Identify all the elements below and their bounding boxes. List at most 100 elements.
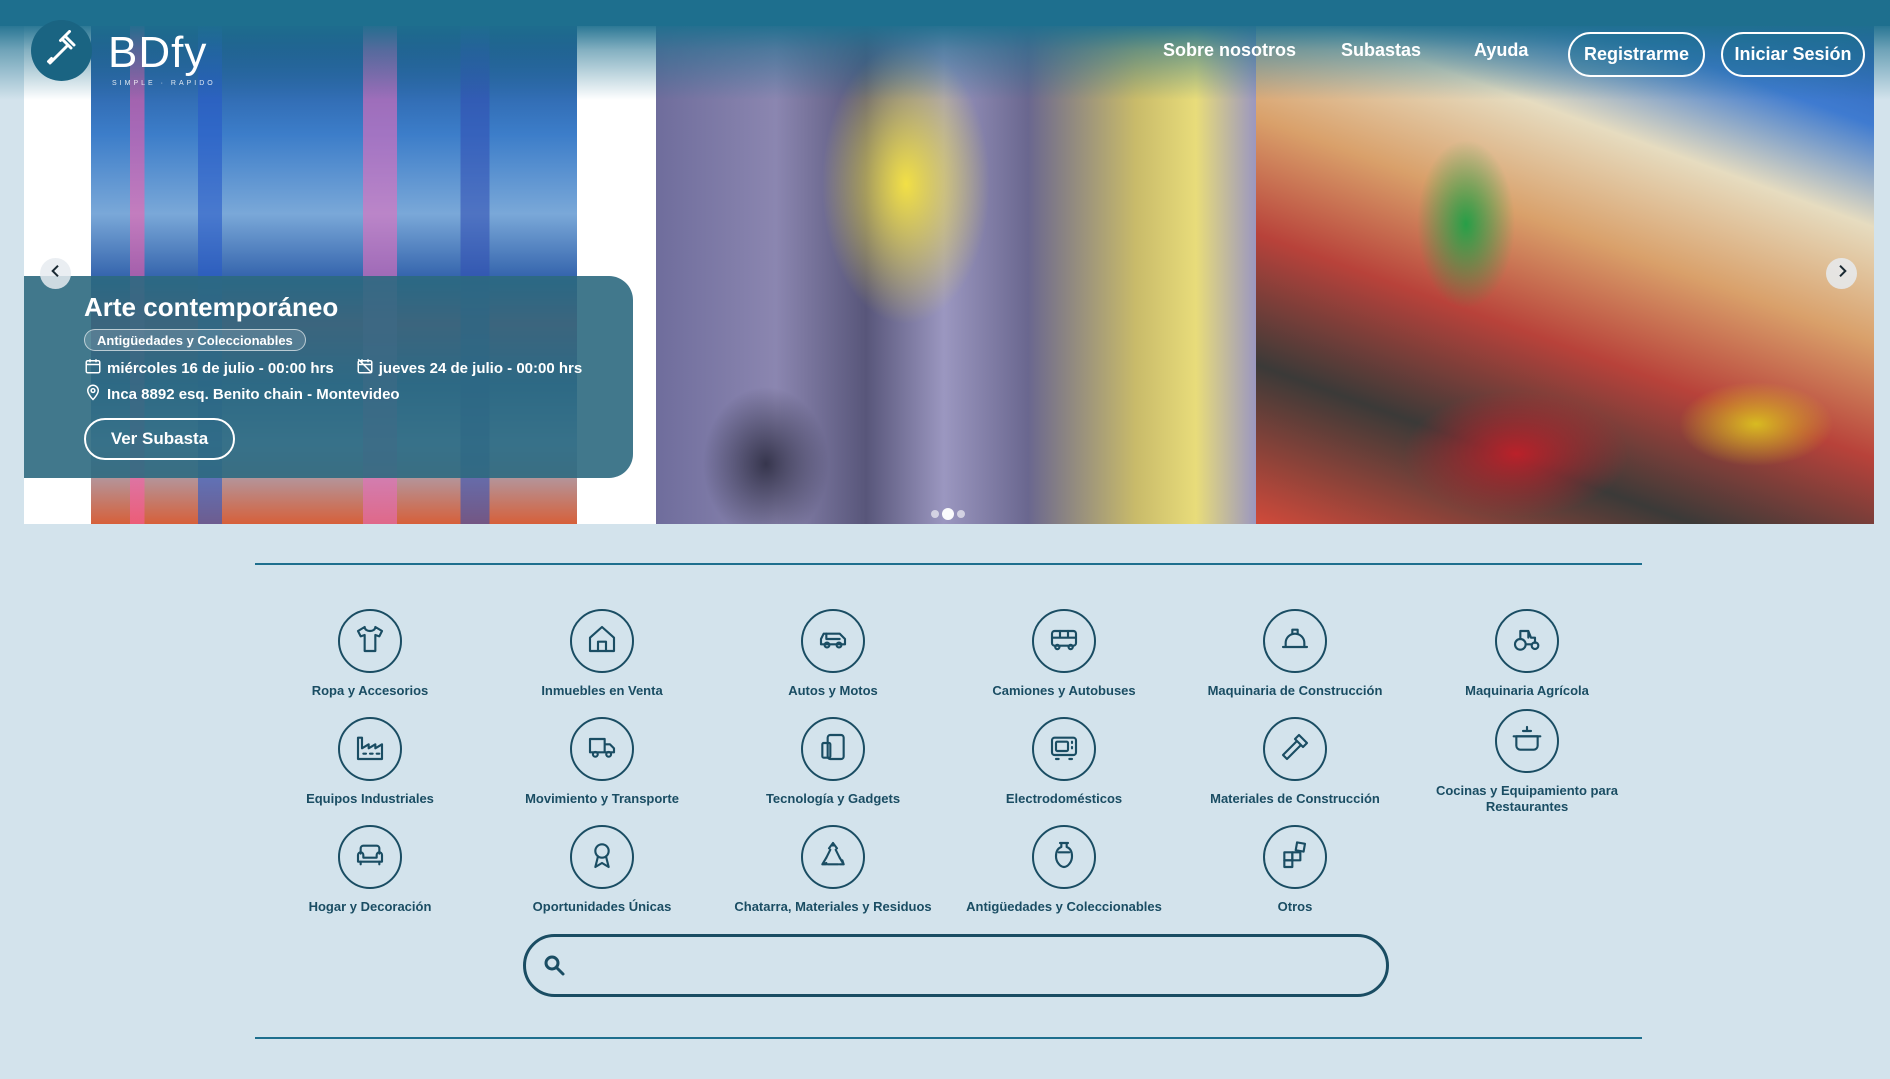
hard-hat-icon [1279, 623, 1311, 660]
carousel-dot[interactable] [957, 510, 965, 518]
category-item[interactable]: Equipos Industriales [254, 717, 486, 807]
category-item[interactable]: Autos y Motos [717, 609, 949, 699]
map-pin-icon [84, 383, 102, 405]
category-icon-circle[interactable] [338, 717, 402, 781]
view-auction-button[interactable]: Ver Subasta [84, 418, 235, 460]
end-date: jueves 24 de julio - 00:00 hrs [378, 359, 583, 377]
factory-icon [354, 731, 386, 768]
category-icon-circle[interactable] [1495, 609, 1559, 673]
carousel-dots [931, 508, 965, 520]
category-item[interactable]: Chatarra, Materiales y Residuos [717, 825, 949, 915]
category-label: Cocinas y Equipamiento para Restaurantes [1435, 783, 1619, 814]
devices-icon [817, 731, 849, 768]
category-icon-circle[interactable] [801, 609, 865, 673]
cooking-pot-icon [1511, 723, 1543, 760]
category-item[interactable]: Antigüedades y Coleccionables [948, 825, 1180, 915]
location-text: Inca 8892 esq. Benito chain - Montevideo [107, 385, 400, 403]
gavel-icon [44, 30, 80, 71]
recycle-icon [817, 839, 849, 876]
chevron-left-icon [48, 263, 64, 284]
microwave-icon [1048, 731, 1080, 768]
category-icon-circle[interactable] [1495, 709, 1559, 773]
category-icon-circle[interactable] [801, 717, 865, 781]
category-label: Antigüedades y Coleccionables [966, 899, 1162, 914]
category-item[interactable]: Movimiento y Transporte [486, 717, 718, 807]
carousel-prev-button[interactable] [40, 258, 71, 289]
date-row: miércoles 16 de julio - 00:00 hrs jueves… [84, 357, 582, 379]
category-icon-circle[interactable] [1263, 717, 1327, 781]
category-label: Camiones y Autobuses [992, 683, 1136, 698]
category-icon-circle[interactable] [338, 825, 402, 889]
login-button[interactable]: Iniciar Sesión [1721, 32, 1865, 77]
category-label: Materiales de Construcción [1210, 791, 1380, 806]
sofa-icon [354, 839, 386, 876]
nav-about[interactable]: Sobre nosotros [1163, 40, 1296, 61]
section-divider [255, 563, 1642, 565]
category-item[interactable]: Maquinaria de Construcción [1179, 609, 1411, 699]
category-icon-circle[interactable] [570, 825, 634, 889]
category-item[interactable]: Inmuebles en Venta [486, 609, 718, 699]
category-item[interactable]: Electrodomésticos [948, 717, 1180, 807]
hammer-icon [1279, 731, 1311, 768]
vase-icon [1048, 839, 1080, 876]
category-item[interactable]: Cocinas y Equipamiento para Restaurantes [1411, 709, 1643, 815]
category-label: Chatarra, Materiales y Residuos [734, 899, 932, 914]
chevron-right-icon [1834, 263, 1850, 284]
category-label: Inmuebles en Venta [541, 683, 663, 698]
logo[interactable] [31, 20, 92, 81]
category-icon-circle[interactable] [570, 717, 634, 781]
car-icon [817, 623, 849, 660]
search-input[interactable] [584, 947, 1364, 984]
category-label: Autos y Motos [788, 683, 878, 698]
category-icon-circle[interactable] [1263, 609, 1327, 673]
auction-title: Arte contemporáneo [84, 292, 339, 322]
category-label: Tecnología y Gadgets [765, 791, 901, 806]
house-icon [586, 623, 618, 660]
category-item[interactable]: Hogar y Decoración [254, 825, 486, 915]
bus-icon [1048, 623, 1080, 660]
category-label: Movimiento y Transporte [525, 791, 679, 806]
category-label: Maquinaria de Construcción [1207, 683, 1383, 698]
category-icon-circle[interactable] [570, 609, 634, 673]
truck-icon [586, 731, 618, 768]
category-icon-circle[interactable] [801, 825, 865, 889]
award-icon [586, 839, 618, 876]
category-icon-circle[interactable] [338, 609, 402, 673]
category-label: Electrodomésticos [1005, 791, 1123, 806]
section-divider [255, 1037, 1642, 1039]
shirt-icon [354, 623, 386, 660]
calendar-icon [84, 357, 102, 379]
category-label: Hogar y Decoración [308, 899, 432, 914]
category-icon-circle[interactable] [1263, 825, 1327, 889]
category-icon-circle[interactable] [1032, 825, 1096, 889]
nav-auctions[interactable]: Subastas [1341, 40, 1421, 61]
category-label: Otros [1277, 899, 1313, 914]
category-label: Maquinaria Agrícola [1465, 683, 1589, 698]
start-date: miércoles 16 de julio - 00:00 hrs [107, 359, 334, 377]
category-item[interactable]: Camiones y Autobuses [948, 609, 1180, 699]
carousel-dot[interactable] [942, 508, 954, 520]
nav-help[interactable]: Ayuda [1474, 40, 1528, 61]
category-icon-circle[interactable] [1032, 717, 1096, 781]
category-label: Equipos Industriales [306, 791, 434, 806]
category-item[interactable]: Materiales de Construcción [1179, 717, 1411, 807]
search-bar[interactable] [523, 934, 1389, 997]
category-label: Ropa y Accesorios [311, 683, 429, 698]
category-item[interactable]: Ropa y Accesorios [254, 609, 486, 699]
blocks-icon [1279, 839, 1311, 876]
category-item[interactable]: Tecnología y Gadgets [717, 717, 949, 807]
search-icon [542, 953, 566, 982]
carousel-dot[interactable] [931, 510, 939, 518]
category-icon-circle[interactable] [1032, 609, 1096, 673]
category-label: Oportunidades Únicas [532, 899, 672, 914]
hero-caption: Arte contemporáneo Antigüedades y Colecc… [24, 276, 633, 478]
register-button[interactable]: Registrarme [1568, 32, 1705, 77]
carousel-next-button[interactable] [1826, 258, 1857, 289]
location-row: Inca 8892 esq. Benito chain - Montevideo [84, 383, 400, 405]
category-item[interactable]: Maquinaria Agrícola [1411, 609, 1643, 699]
category-item[interactable]: Oportunidades Únicas [486, 825, 718, 915]
category-tag: Antigüedades y Coleccionables [84, 329, 306, 351]
brand-name[interactable]: BDfy [108, 28, 207, 78]
category-item[interactable]: Otros [1179, 825, 1411, 915]
brand-tagline: SIMPLE · RAPIDO [112, 80, 216, 87]
